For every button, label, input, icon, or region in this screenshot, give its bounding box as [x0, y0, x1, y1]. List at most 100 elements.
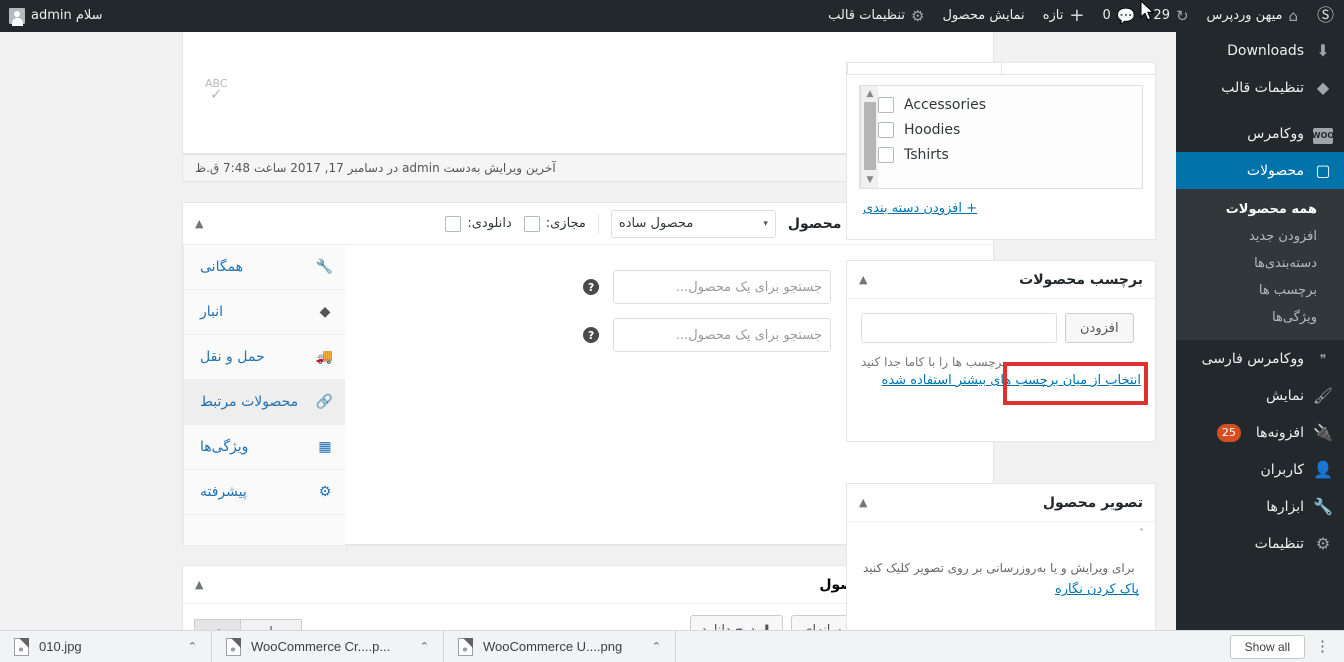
theme-settings-link[interactable]: ⚙ تنظیمات قالب	[819, 0, 933, 32]
download-file-name: WooCommerce Cr....p...	[251, 639, 391, 654]
categories-tab-all[interactable]	[1001, 63, 1155, 74]
category-checkbox[interactable]	[878, 146, 894, 163]
sidebar-item-tools[interactable]: 🔧 ابزارها	[1176, 488, 1344, 525]
scroll-up-arrow-icon[interactable]: ▲	[864, 89, 876, 99]
downloadable-checkbox-row[interactable]: دانلودی:	[445, 215, 512, 232]
submenu-item-attributes[interactable]: ویژگی‌ها	[1176, 304, 1344, 331]
help-icon[interactable]: ?	[583, 327, 599, 343]
sidebar-item-settings[interactable]: ⚙ تنظیمات	[1176, 525, 1344, 562]
file-image-icon	[226, 637, 241, 656]
menu-separator	[1176, 106, 1344, 115]
categories-tab-most-used[interactable]	[847, 63, 1001, 74]
comments-link[interactable]: 💬 0	[1093, 0, 1144, 32]
chevron-up-icon[interactable]: ⌃	[188, 640, 197, 653]
file-image-icon	[458, 637, 473, 656]
comments-count: 0	[1102, 8, 1111, 23]
collapse-triangle-icon[interactable]: ▲	[859, 273, 867, 286]
wordpress-logo-icon[interactable]: Ⓢ	[1307, 0, 1344, 32]
upsells-input[interactable]: جستجو برای یک محصول...	[613, 270, 831, 304]
howdy-account-menu[interactable]: سلام admin	[0, 0, 112, 32]
submenu-item-all-products[interactable]: همه محصولات	[1176, 196, 1344, 223]
tab-linked-products[interactable]: 🔗 محصولات مرتبط	[184, 380, 345, 425]
sidebar-item-label: Downloads	[1227, 42, 1304, 59]
category-label: Accessories	[904, 96, 987, 113]
view-product-link[interactable]: نمایش محصول	[933, 0, 1033, 32]
plugins-update-badge: 25	[1216, 423, 1241, 442]
tab-general[interactable]: 🔧 همگانی	[184, 245, 345, 290]
site-home-link[interactable]: ⌂ میهن وردپرس	[1198, 0, 1307, 32]
submenu-item-add-new[interactable]: افزودن جدید	[1176, 223, 1344, 250]
category-item-hoodies[interactable]: Hoodies	[878, 117, 1132, 142]
tag-input-row: افزودن	[847, 299, 1155, 343]
crosssells-input[interactable]: جستجو برای یک محصول...	[613, 318, 831, 352]
download-item[interactable]: 010.jpg ⌃	[0, 630, 212, 662]
sidebar-item-woocommerce-farsi[interactable]: ❞ ووکامرس فارسی	[1176, 340, 1344, 377]
sidebar-item-label: افزونه‌ها	[1255, 424, 1304, 441]
sidebar-item-label: ووکامرس	[1247, 125, 1304, 142]
sidebar-item-users[interactable]: 👤 کاربران	[1176, 451, 1344, 488]
attributes-list-icon: ▦	[318, 439, 332, 455]
products-submenu: همه محصولات افزودن جدید دسته‌بندی‌ها برچ…	[1176, 189, 1344, 340]
chevron-up-icon[interactable]: ⌃	[420, 640, 429, 653]
kebab-menu-icon[interactable]: ⋮	[1313, 639, 1332, 654]
gear-icon: ⚙	[911, 6, 925, 25]
wp-admin-menu: ⬇ Downloads ◆ تنظیمات قالب WOO ووکامرس ▢…	[1176, 32, 1344, 630]
new-content-link[interactable]: + تازه	[1034, 0, 1094, 32]
chevron-up-icon[interactable]: ⌃	[652, 640, 661, 653]
tab-advanced[interactable]: ⚙ پیشرفته	[184, 470, 345, 515]
sidebar-item-plugins[interactable]: 🔌 افزونه‌ها 25	[1176, 414, 1344, 451]
quote-icon: ❞	[1319, 351, 1327, 366]
scroll-down-arrow-icon[interactable]: ▼	[864, 175, 876, 185]
remove-image-link[interactable]: پاک کردن نگاره	[1039, 566, 1155, 597]
product-type-select[interactable]: ▾ محصول ساده	[610, 209, 776, 238]
admin-bar-left-group: سلام admin	[0, 0, 112, 32]
new-content-label: تازه	[1042, 8, 1064, 23]
submenu-item-categories[interactable]: دسته‌بندی‌ها	[1176, 250, 1344, 277]
virtual-label: مجازی:	[545, 216, 586, 231]
downloadable-checkbox[interactable]	[445, 215, 462, 232]
download-file-name: 010.jpg	[39, 639, 82, 654]
virtual-checkbox[interactable]	[523, 215, 540, 232]
sidebar-item-downloads[interactable]: ⬇ Downloads	[1176, 32, 1344, 69]
sidebar-item-appearance[interactable]: 🖌 نمایش	[1176, 377, 1344, 414]
choose-popular-tags-link[interactable]: انتخاب از میان برچسب های بیشتر استفاده ش…	[868, 357, 1155, 388]
download-item[interactable]: WooCommerce U....png ⌃	[444, 630, 676, 662]
mouse-pointer-icon	[1140, 0, 1155, 21]
collapse-triangle-icon[interactable]: ▲	[195, 578, 203, 591]
diamond-icon: ◆	[1316, 78, 1330, 97]
sidebar-item-label: تنظیمات قالب	[1221, 79, 1304, 96]
tab-attributes[interactable]: ▦ ویژگی‌ها	[184, 425, 345, 470]
sidebar-item-products[interactable]: ▢ محصولات	[1176, 152, 1344, 189]
show-all-button[interactable]: Show all	[1229, 634, 1305, 659]
categories-scrollbar[interactable]: ▲ ▼	[860, 86, 878, 188]
submenu-item-tags[interactable]: برچسب ها	[1176, 277, 1344, 304]
category-checkbox[interactable]	[878, 121, 894, 138]
plugin-plug-icon: 🔌	[1313, 423, 1333, 442]
appearance-brush-icon: 🖌	[1312, 386, 1333, 405]
sidebar-item-label: تنظیمات	[1254, 535, 1304, 552]
virtual-checkbox-row[interactable]: مجازی:	[523, 215, 586, 232]
category-checkbox[interactable]	[878, 96, 894, 113]
product-tags-title: برچسب محصولات	[1019, 271, 1143, 288]
category-item-tshirts[interactable]: Tshirts	[878, 142, 1132, 167]
downloadable-label: دانلودی:	[467, 216, 512, 231]
collapse-triangle-icon[interactable]: ▲	[195, 217, 203, 230]
add-tag-button[interactable]: افزودن	[1065, 313, 1134, 343]
updates-icon: ↻	[1175, 6, 1189, 25]
product-tags-box: برچسب محصولات ▲ افزودن برچسب ها را با کا…	[846, 260, 1156, 442]
scrollbar-thumb[interactable]	[864, 102, 876, 170]
tag-input[interactable]	[861, 313, 1057, 343]
collapse-triangle-icon[interactable]: ▲	[859, 496, 867, 509]
tab-inventory[interactable]: ◆ انبار	[184, 290, 345, 335]
download-item[interactable]: WooCommerce Cr....p... ⌃	[212, 630, 444, 662]
sidebar-item-woocommerce[interactable]: WOO ووکامرس	[1176, 115, 1344, 152]
sidebar-item-label: کاربران	[1260, 461, 1304, 478]
product-image-header: تصویر محصول ▲	[847, 484, 1155, 522]
tab-label: حمل و نقل	[200, 349, 265, 365]
tab-label: انبار	[200, 304, 224, 320]
sidebar-item-theme-settings[interactable]: ◆ تنظیمات قالب	[1176, 69, 1344, 106]
add-category-link[interactable]: + افزودن دسته بندی	[847, 189, 1155, 216]
help-icon[interactable]: ?	[583, 279, 599, 295]
category-item-accessories[interactable]: Accessories	[878, 92, 1132, 117]
tab-shipping[interactable]: 🚚 حمل و نقل	[184, 335, 345, 380]
